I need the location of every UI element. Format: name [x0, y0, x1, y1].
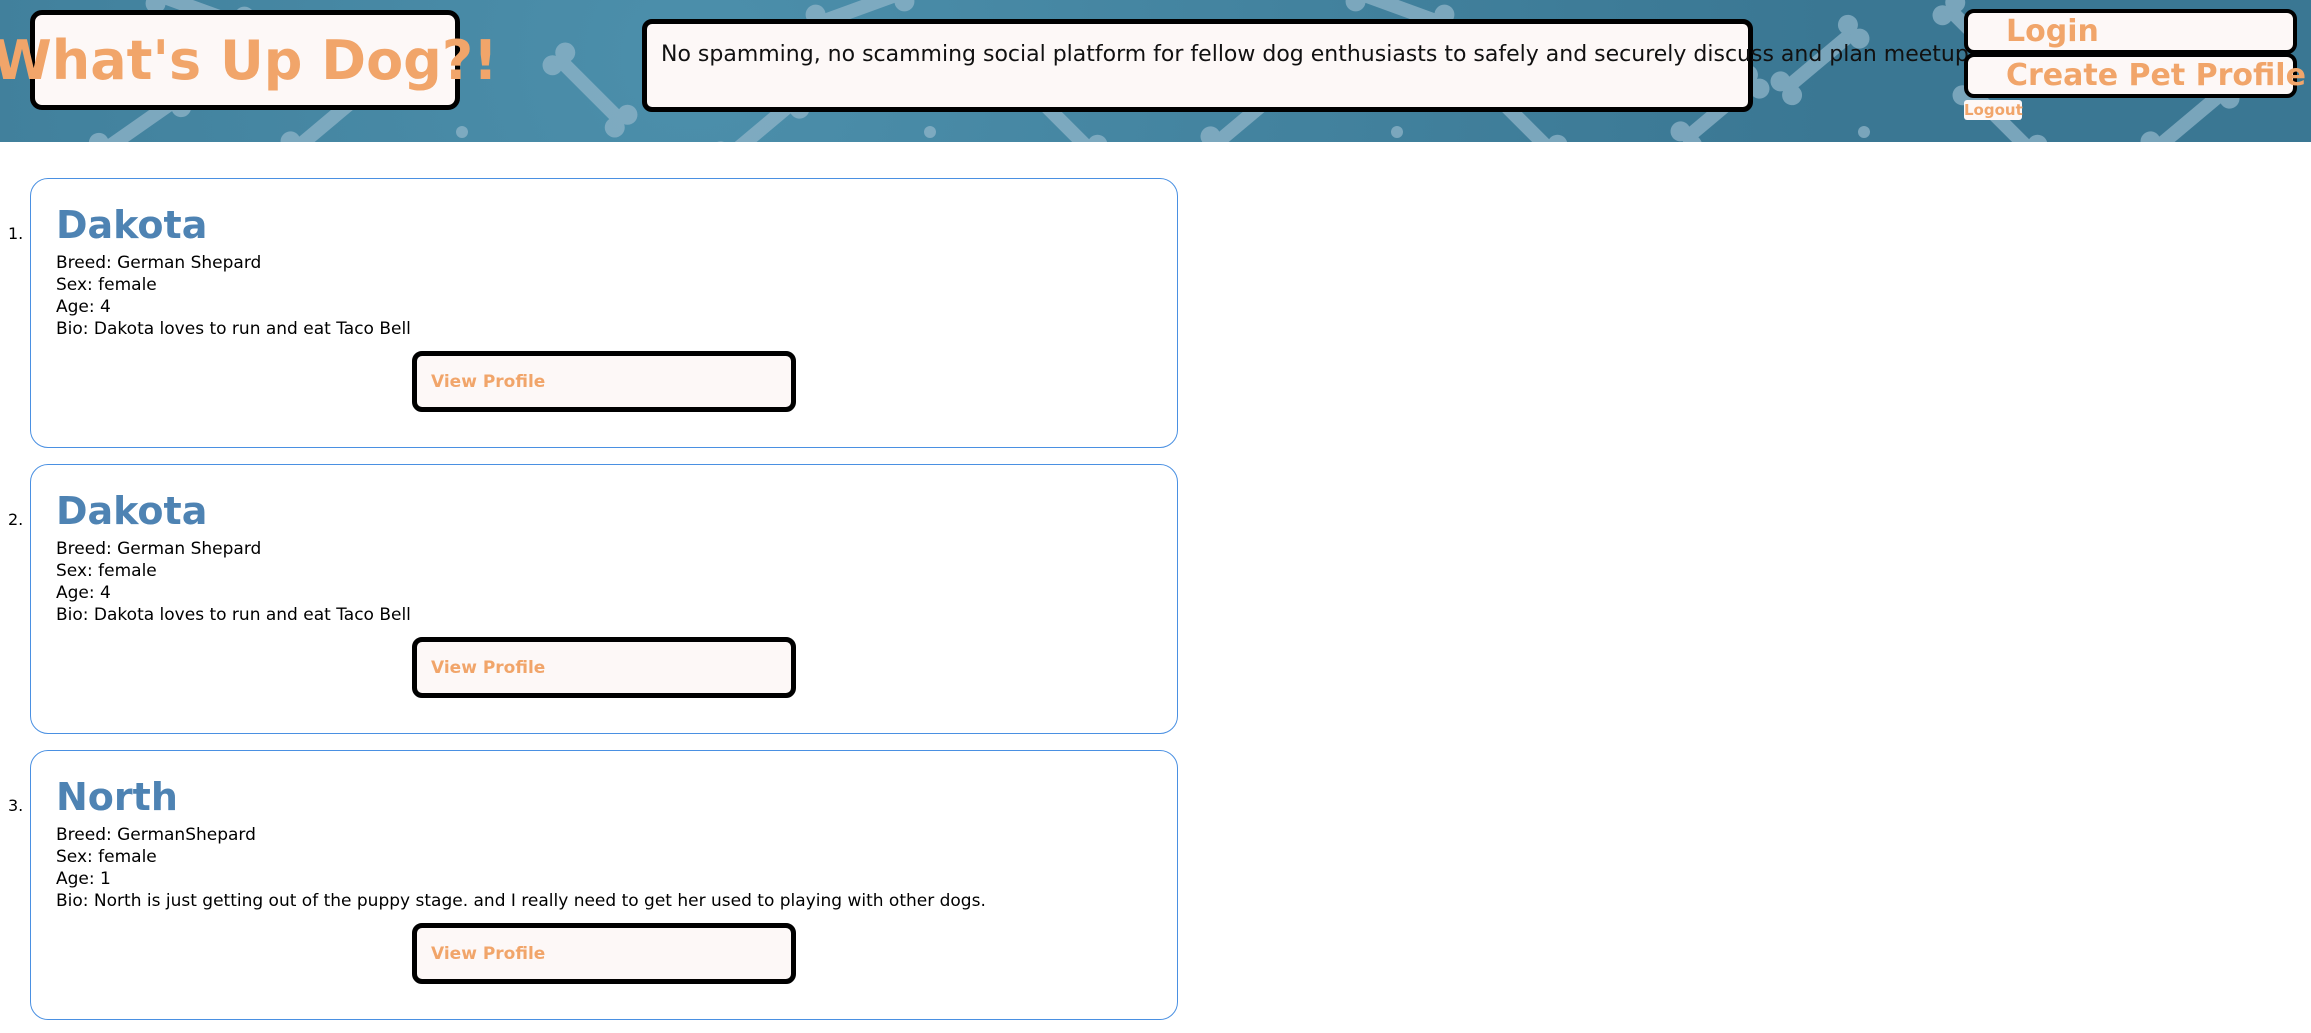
pet-name: Dakota	[56, 203, 208, 247]
create-pet-profile-button[interactable]: Create Pet Profile	[1964, 53, 2306, 98]
pet-sex: Sex: female	[56, 847, 157, 867]
list-item-number: 3.	[8, 796, 24, 815]
list-item: 3. North Breed: GermanShepard Sex: femal…	[0, 750, 1200, 1020]
list-item: 1. Dakota Breed: German Shepard Sex: fem…	[0, 178, 1200, 448]
view-profile-button[interactable]: View Profile	[412, 351, 796, 412]
pet-bio: Bio: Dakota loves to run and eat Taco Be…	[56, 319, 411, 339]
tagline-text: No spamming, no scamming social platform…	[661, 42, 1990, 67]
pet-age: Age: 4	[56, 583, 111, 603]
pet-sex: Sex: female	[56, 275, 157, 295]
pet-card: Dakota Breed: German Shepard Sex: female…	[30, 178, 1178, 448]
pet-age: Age: 4	[56, 297, 111, 317]
pet-sex: Sex: female	[56, 561, 157, 581]
pet-age: Age: 1	[56, 869, 111, 889]
site-logo-text: What's Up Dog?!	[0, 28, 498, 92]
pet-bio: Bio: North is just getting out of the pu…	[56, 891, 986, 911]
list-item-number: 1.	[8, 224, 24, 243]
pet-card: Dakota Breed: German Shepard Sex: female…	[30, 464, 1178, 734]
tagline-banner: No spamming, no scamming social platform…	[642, 19, 1989, 112]
logout-link[interactable]: Logout	[1964, 100, 2023, 120]
pet-breed: Breed: German Shepard	[56, 253, 262, 273]
list-item: 2. Dakota Breed: German Shepard Sex: fem…	[0, 464, 1200, 734]
view-profile-button[interactable]: View Profile	[412, 923, 796, 984]
pet-card: North Breed: GermanShepard Sex: female A…	[30, 750, 1178, 1020]
pet-breed: Breed: German Shepard	[56, 539, 262, 559]
pet-name: North	[56, 775, 178, 819]
site-header: What's Up Dog?! No spamming, no scamming…	[0, 0, 2311, 142]
pet-name: Dakota	[56, 489, 208, 533]
pet-bio: Bio: Dakota loves to run and eat Taco Be…	[56, 605, 411, 625]
pet-breed: Breed: GermanShepard	[56, 825, 256, 845]
view-profile-button[interactable]: View Profile	[412, 637, 796, 698]
list-item-number: 2.	[8, 510, 24, 529]
login-button[interactable]: Login	[1964, 9, 2297, 54]
site-logo[interactable]: What's Up Dog?!	[0, 10, 498, 110]
